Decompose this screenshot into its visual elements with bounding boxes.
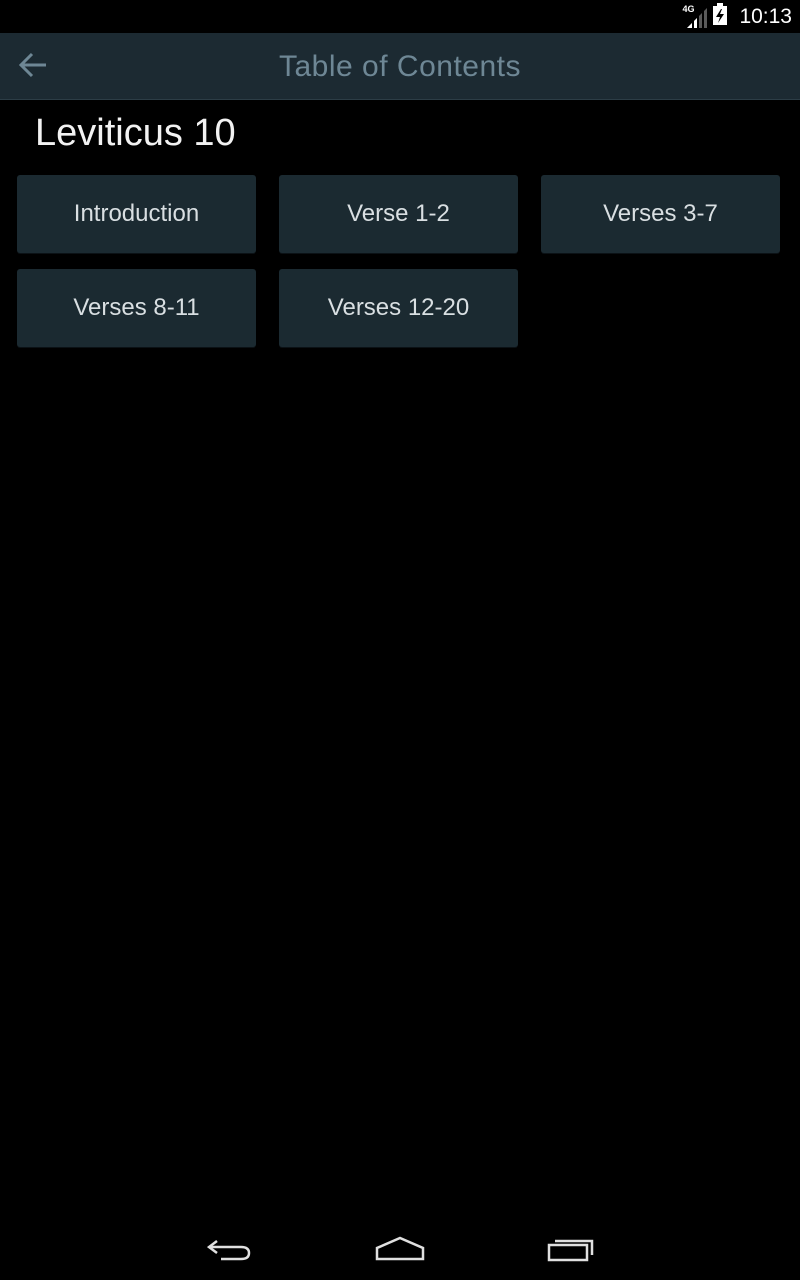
chapter-title: Leviticus 10: [35, 112, 236, 154]
recent-apps-icon: [547, 1236, 595, 1267]
home-icon: [375, 1236, 425, 1267]
signal-icon: 4G: [682, 3, 708, 28]
section-button-verses-3-7[interactable]: Verses 3-7: [541, 175, 780, 253]
navigation-bar: [0, 1222, 800, 1280]
section-button-verses-8-11[interactable]: Verses 8-11: [17, 269, 256, 347]
back-icon: [206, 1236, 253, 1267]
battery-icon: [713, 3, 728, 30]
nav-home-button[interactable]: [360, 1222, 440, 1280]
section-button-verse-1-2[interactable]: Verse 1-2: [279, 175, 518, 253]
status-icons: 4G 10:13: [682, 0, 792, 33]
page-title: Table of Contents: [279, 50, 521, 83]
screen: 4G 10:13 Table of Contents Leviticus 10 …: [0, 0, 800, 1280]
network-type-label: 4G: [682, 3, 695, 14]
nav-recent-apps-button[interactable]: [531, 1222, 611, 1280]
action-bar: Table of Contents: [0, 33, 800, 100]
nav-back-button[interactable]: [190, 1222, 270, 1280]
status-bar: 4G 10:13: [0, 0, 800, 33]
section-grid: Introduction Verse 1-2 Verses 3-7 Verses…: [17, 175, 781, 347]
section-button-verses-12-20[interactable]: Verses 12-20: [279, 269, 518, 347]
section-button-introduction[interactable]: Introduction: [17, 175, 256, 253]
status-clock: 10:13: [739, 4, 792, 28]
